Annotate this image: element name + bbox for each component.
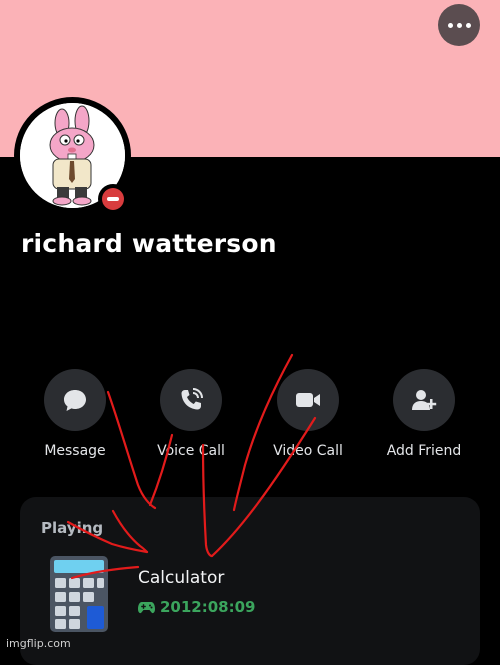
more-dots-icon (447, 22, 453, 28)
more-options-button[interactable] (438, 4, 480, 46)
video-call-action[interactable]: Video Call (248, 369, 368, 459)
add-friend-icon (412, 390, 437, 410)
message-label: Message (44, 443, 106, 459)
elapsed-time-text: 2012:08:09 (160, 598, 256, 616)
add-friend-button[interactable] (393, 369, 455, 431)
add-friend-action[interactable]: Add Friend (364, 369, 484, 459)
do-not-disturb-icon (102, 188, 124, 210)
activity-card[interactable]: Playing Calculator 2012:08:09 (20, 497, 480, 665)
video-camera-icon (296, 393, 320, 407)
voice-call-action[interactable]: Voice Call (131, 369, 251, 459)
video-call-button[interactable] (277, 369, 339, 431)
chat-bubble-icon (64, 390, 86, 411)
gamepad-icon (138, 601, 155, 613)
elapsed-time: 2012:08:09 (138, 598, 256, 616)
voice-call-label: Voice Call (157, 443, 225, 459)
phone-call-icon (181, 388, 203, 410)
add-friend-label: Add Friend (386, 443, 462, 459)
calculator-app-icon (49, 555, 109, 633)
message-button[interactable] (44, 369, 106, 431)
video-call-label: Video Call (273, 443, 343, 459)
display-name: richard watterson (21, 229, 277, 258)
voice-call-button[interactable] (160, 369, 222, 431)
activity-heading: Playing (41, 519, 104, 537)
game-name: Calculator (138, 568, 225, 588)
imgflip-watermark: imgflip.com (6, 637, 71, 650)
dnd-status-badge (98, 184, 128, 214)
message-action[interactable]: Message (15, 369, 135, 459)
